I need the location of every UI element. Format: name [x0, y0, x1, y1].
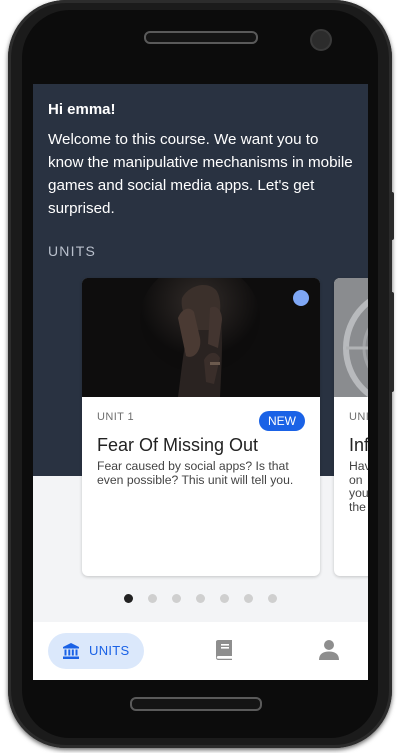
unit-card[interactable]: UNIT 1 NEW Fear Of Missing Out Fear caus… [82, 278, 320, 576]
unit-title: Inf [349, 435, 368, 455]
nav-units-tab[interactable]: UNITS [48, 633, 144, 669]
carousel-pager [33, 594, 368, 603]
pager-dot[interactable] [148, 594, 157, 603]
greeting: Hi emma! [48, 101, 116, 118]
pager-dot[interactable] [220, 594, 229, 603]
unit-description: Hav on you the [349, 459, 368, 514]
new-badge: NEW [259, 411, 305, 431]
institution-icon [63, 643, 79, 659]
unit-description: Fear caused by social apps? Is that even… [97, 459, 294, 487]
distressed-person-image [82, 278, 320, 397]
unit-number-label: UNIT 1 [97, 411, 135, 423]
app-screen: Hi emma! Welcome to this course. We want… [33, 84, 368, 680]
pager-dot[interactable] [172, 594, 181, 603]
front-camera [310, 29, 332, 51]
welcome-text: Welcome to this course. We want you to k… [48, 131, 353, 217]
progress-indicator-dot [293, 290, 309, 306]
book-icon[interactable] [214, 639, 234, 661]
pager-dot[interactable] [124, 594, 133, 603]
unit-number-label: UNI [349, 411, 368, 423]
bottom-navigation: UNITS [33, 622, 368, 680]
unit-card[interactable]: UNI Inf Hav on you the [334, 278, 368, 576]
unit-card-body: UNIT 1 NEW Fear Of Missing Out Fear caus… [82, 397, 320, 576]
pager-dot[interactable] [268, 594, 277, 603]
pager-dot[interactable] [196, 594, 205, 603]
unit-title: Fear Of Missing Out [97, 435, 259, 455]
power-button [389, 292, 394, 392]
unit-card-image [334, 278, 368, 397]
units-heading: UNITS [48, 243, 96, 259]
unit-card-image [82, 278, 320, 397]
nav-units-label: UNITS [89, 643, 130, 658]
abstract-image [334, 278, 368, 397]
pager-dot[interactable] [244, 594, 253, 603]
unit-card-body: UNI Inf Hav on you the [334, 397, 368, 576]
user-icon[interactable] [319, 639, 339, 661]
earpiece-speaker [144, 31, 258, 44]
volume-button [389, 192, 394, 240]
bottom-speaker [130, 697, 262, 711]
